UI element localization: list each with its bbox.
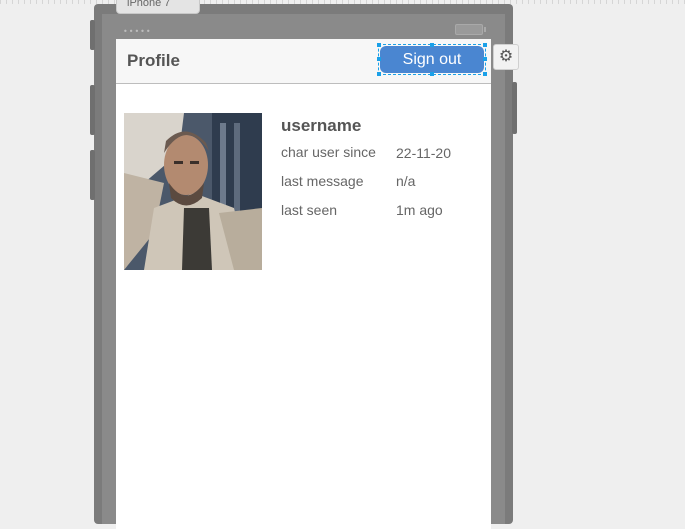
username-label: username: [281, 116, 362, 135]
device-side-button: [90, 20, 95, 50]
battery-icon: [455, 24, 486, 35]
device-side-button: [90, 150, 95, 200]
page-title: Profile: [127, 51, 180, 70]
avatar: [124, 113, 262, 270]
signout-selection: Sign out: [377, 43, 487, 76]
resize-handle[interactable]: [483, 72, 487, 76]
info-value-last-message: n/a: [396, 173, 416, 189]
resize-handle[interactable]: [483, 43, 487, 47]
device-tab[interactable]: iPhone 7: [116, 0, 200, 14]
info-label-last-message: last message: [281, 173, 364, 189]
device-side-button: [512, 82, 517, 134]
app-screen: Profile Sign out username char user sinc…: [116, 39, 491, 529]
resize-handle[interactable]: [377, 72, 381, 76]
sign-out-button[interactable]: Sign out: [380, 46, 484, 73]
gear-icon[interactable]: ⚙: [493, 44, 519, 70]
resize-handle[interactable]: [377, 57, 381, 61]
info-value-since: 22-11-20: [396, 145, 452, 161]
info-label-last-seen: last seen: [281, 202, 338, 218]
resize-handle[interactable]: [377, 43, 381, 47]
resize-handle[interactable]: [483, 57, 487, 61]
device-side-button: [90, 85, 95, 135]
info-label-since: char user since: [281, 144, 376, 160]
avatar-image: [124, 113, 262, 270]
app-header: Profile Sign out: [116, 39, 491, 84]
signal-dots: •••••: [123, 27, 152, 36]
resize-handle[interactable]: [430, 72, 434, 76]
resize-handle[interactable]: [430, 43, 434, 47]
info-value-last-seen: 1m ago: [396, 202, 443, 218]
